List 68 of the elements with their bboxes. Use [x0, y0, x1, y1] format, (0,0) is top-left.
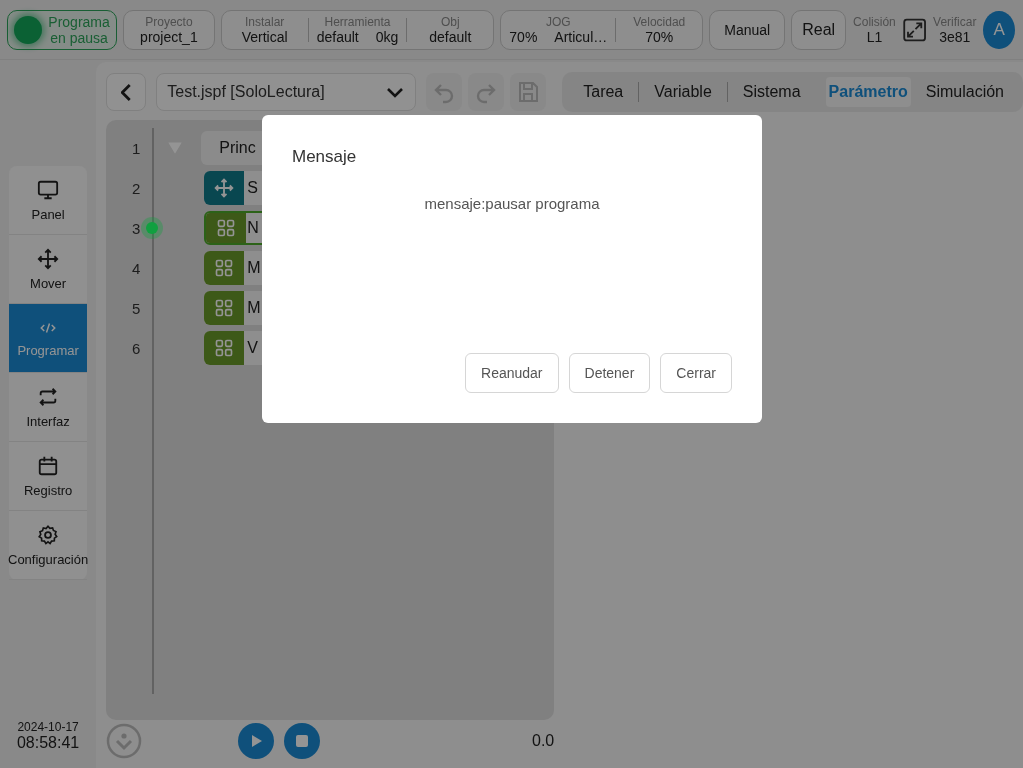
time-text: 08:58:41 — [16, 735, 80, 750]
dialog-title: Mensaje — [292, 147, 358, 167]
field-value: Vertical — [241, 29, 288, 45]
dialog-button[interactable]: Detener — [568, 353, 651, 393]
nav-item[interactable]: Panel — [9, 166, 88, 235]
mode-button[interactable]: Manual — [709, 9, 786, 50]
file-dropdown[interactable]: Test.jspf [SoloLectura] — [156, 73, 417, 111]
stop-button[interactable] — [284, 723, 321, 759]
grid-icon — [214, 298, 235, 318]
swap-arrows-icon — [37, 385, 60, 408]
field-caption: Obj — [440, 14, 460, 30]
line-number: 1 — [130, 139, 141, 157]
save-icon — [516, 80, 541, 104]
verify-code: 3e81 — [939, 29, 971, 45]
field-value: 0kg — [375, 29, 399, 45]
nav-item[interactable]: Registro — [9, 442, 88, 511]
field-caption: JOG — [545, 14, 571, 30]
file-name: Test.jspf [SoloLectura] — [167, 83, 325, 101]
status-label: Programa en pausa — [47, 13, 111, 46]
monitor-icon — [37, 178, 60, 201]
line-number: 5 — [130, 299, 141, 317]
field-caption: Proyecto — [145, 14, 193, 29]
move-icon — [214, 178, 235, 198]
field-value: 70% — [509, 29, 538, 45]
line-number: 6 — [130, 339, 141, 357]
calendar-icon — [37, 454, 60, 477]
redo-button[interactable] — [468, 73, 505, 111]
field-value: Articul… — [554, 29, 608, 45]
line-number: 3 — [130, 219, 141, 237]
grid-icon — [216, 218, 237, 238]
nav-item[interactable]: Programar — [9, 304, 88, 373]
undo-button[interactable] — [426, 73, 463, 111]
tab[interactable]: Sistema — [727, 77, 816, 107]
tab[interactable]: Simulación — [910, 77, 1019, 107]
play-button[interactable] — [238, 723, 275, 759]
save-button[interactable] — [510, 73, 547, 111]
back-button[interactable] — [106, 73, 147, 111]
move-icon — [37, 247, 60, 270]
tab[interactable]: Variable — [639, 77, 727, 107]
field-caption: Instalar — [245, 14, 285, 30]
dialog-button[interactable]: Cerrar — [660, 353, 732, 393]
dialog-message: mensaje:pausar programa — [423, 195, 601, 212]
field-value: default — [316, 29, 359, 45]
nav-item[interactable]: Interfaz — [9, 373, 88, 442]
setup-pill[interactable]: Instalar Vertical Herramienta default 0kg Obj default — [220, 9, 495, 50]
dialog-button[interactable]: Reanudar — [465, 353, 559, 393]
project-pill[interactable]: Proyecto project_1 — [123, 9, 215, 50]
field-caption: Colisión — [853, 14, 896, 30]
field-value: default — [429, 29, 472, 45]
project-name: project_1 — [140, 28, 198, 45]
nav-item[interactable]: Configuración — [9, 511, 88, 580]
mode-button[interactable]: Real — [791, 9, 847, 50]
download-icon[interactable] — [106, 723, 143, 759]
grid-icon — [214, 258, 235, 278]
settings-icon — [37, 523, 60, 546]
line-number: 4 — [130, 259, 141, 277]
line-number: 2 — [130, 179, 141, 197]
field-caption: Herramienta — [324, 14, 391, 30]
motion-pill[interactable]: JOG 70% Articul… Velocidad 70% — [500, 9, 704, 50]
field-caption: Velocidad — [633, 14, 686, 30]
chevron-left-icon — [121, 83, 132, 101]
collision-level: L1 — [866, 29, 883, 45]
field-caption: Verificar — [933, 14, 977, 30]
date-text: 2024-10-17 — [17, 720, 79, 735]
speed-reading: 0.0 — [532, 732, 555, 750]
grid-icon — [214, 338, 235, 358]
tab[interactable]: Tarea — [568, 77, 639, 107]
field-value: 70% — [645, 29, 674, 45]
